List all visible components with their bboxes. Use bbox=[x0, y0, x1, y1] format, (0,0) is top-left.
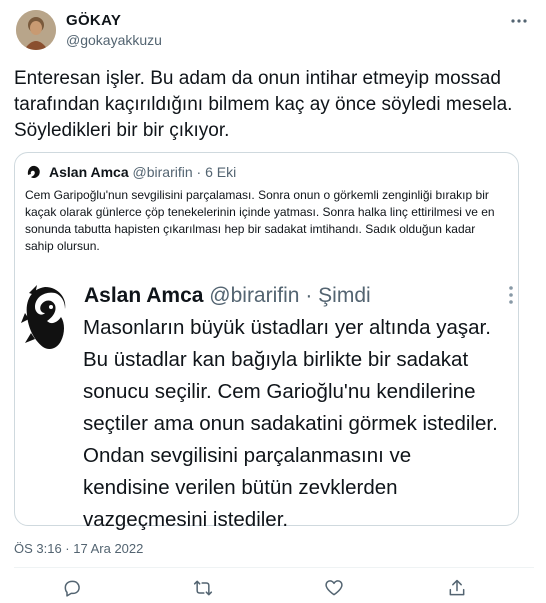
reply-icon[interactable] bbox=[60, 576, 84, 600]
quote-author-name: Aslan Amca bbox=[49, 164, 129, 180]
tweet-text: Enteresan işler. Bu adam da onun intihar… bbox=[14, 68, 513, 141]
tweet-timestamp[interactable]: ÖS 3:16 · 17 Ara 2022 bbox=[14, 541, 143, 556]
quote-avatar bbox=[25, 163, 43, 181]
avatar[interactable] bbox=[16, 10, 56, 50]
quote-time: 6 Eki bbox=[205, 164, 237, 180]
inner-author-name: Aslan Amca bbox=[84, 284, 204, 307]
quote-separator: · bbox=[196, 164, 202, 180]
quote-author-handle: @birarifin bbox=[132, 164, 193, 180]
inner-avatar bbox=[21, 283, 69, 353]
retweet-icon[interactable] bbox=[191, 576, 215, 600]
inner-tweet-text: Masonların büyük üstadları yer altında y… bbox=[83, 316, 498, 531]
quote-text: Cem Garipoğlu'nun sevgilisini parçalamas… bbox=[25, 188, 495, 253]
divider bbox=[14, 567, 534, 568]
inner-header: Aslan Amca @birarifin · Şimdi bbox=[84, 284, 371, 308]
inner-more-icon bbox=[507, 283, 515, 307]
inner-separator: · bbox=[305, 284, 313, 307]
author-handle[interactable]: @gokayakkuzu bbox=[66, 32, 162, 48]
quoted-tweet[interactable]: Aslan Amca @birarifin · 6 Eki Cem Garipo… bbox=[14, 152, 519, 531]
share-icon[interactable] bbox=[445, 576, 469, 600]
quote-header: Aslan Amca @birarifin · 6 Eki bbox=[49, 164, 236, 180]
inner-time: Şimdi bbox=[318, 284, 371, 307]
more-options-icon[interactable] bbox=[508, 10, 530, 32]
author-name[interactable]: GÖKAY bbox=[66, 12, 121, 29]
like-icon[interactable] bbox=[322, 576, 346, 600]
inner-author-handle: @birarifin bbox=[209, 284, 300, 307]
